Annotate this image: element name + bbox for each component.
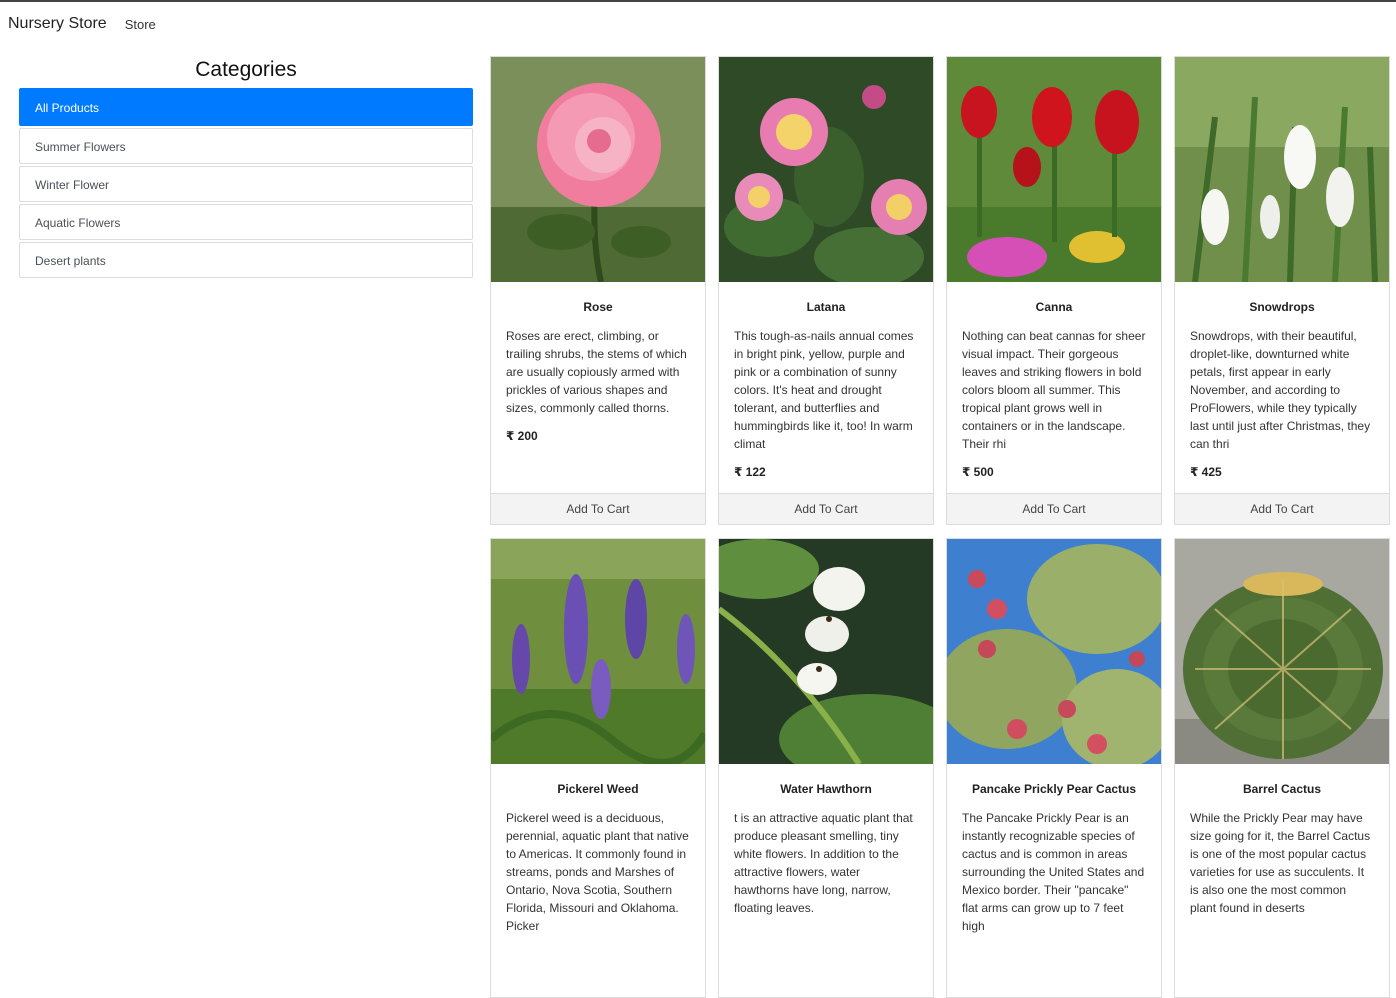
product-description: t is an attractive aquatic plant that pr… <box>734 811 913 915</box>
product-description: Roses are erect, climbing, or trailing s… <box>506 329 687 415</box>
product-image-rose[interactable] <box>491 57 705 282</box>
product-image-pickerel-weed[interactable] <box>491 539 705 764</box>
product-image-barrel-cactus[interactable] <box>1175 539 1389 764</box>
product-image-snowdrops[interactable] <box>1175 57 1389 282</box>
product-price: ₹ 425 <box>1190 465 1222 479</box>
product-title: Rose <box>583 300 613 314</box>
brand-link[interactable]: Nursery Store <box>8 15 107 33</box>
product-card-snowdrops: Snowdrops Snowdrops, with their beautifu… <box>1174 56 1390 525</box>
category-sidebar: Categories All Products Summer Flowers W… <box>19 56 473 278</box>
product-card-pickerel-weed: Pickerel Weed Pickerel weed is a deciduo… <box>490 538 706 998</box>
product-card-canna: Canna Nothing can beat cannas for sheer … <box>946 56 1162 525</box>
product-description: Pickerel weed is a deciduous, perennial,… <box>506 811 689 933</box>
product-price: ₹ 122 <box>734 465 766 479</box>
product-description: Nothing can beat cannas for sheer visual… <box>962 329 1146 451</box>
product-card-rose: Rose Roses are erect, climbing, or trail… <box>490 56 706 525</box>
category-winter-flower[interactable]: Winter Flower <box>19 166 473 202</box>
product-price: ₹ 500 <box>962 465 994 479</box>
product-card-latana: Latana This tough-as-nails annual comes … <box>718 56 934 525</box>
product-image-latana[interactable] <box>719 57 933 282</box>
product-title: Water Hawthorn <box>780 782 872 796</box>
product-description: Snowdrops, with their beautiful, droplet… <box>1190 329 1371 451</box>
product-title: Pickerel Weed <box>557 782 639 796</box>
product-price: ₹ 200 <box>506 429 538 443</box>
product-title: Snowdrops <box>1249 300 1315 314</box>
product-image-water-hawthorn[interactable] <box>719 539 933 764</box>
category-desert-plants[interactable]: Desert plants <box>19 242 473 278</box>
product-image-prickly-pear-cactus[interactable] <box>947 539 1161 764</box>
categories-heading: Categories <box>195 58 297 81</box>
add-to-cart-button[interactable]: Add To Cart <box>719 493 933 524</box>
product-description: While the Prickly Pear may have size goi… <box>1190 811 1371 915</box>
nav-store-link[interactable]: Store <box>125 17 156 32</box>
product-title: Canna <box>1035 300 1073 314</box>
category-summer-flowers[interactable]: Summer Flowers <box>19 128 473 164</box>
product-title: Latana <box>806 300 846 314</box>
product-card-water-hawthorn: Water Hawthorn t is an attractive aquati… <box>718 538 934 998</box>
product-title: Barrel Cactus <box>1242 782 1322 796</box>
navbar: Nursery Store Store <box>0 2 1396 46</box>
add-to-cart-button[interactable]: Add To Cart <box>491 493 705 524</box>
product-title: Pancake Prickly Pear Cactus <box>971 782 1137 796</box>
product-description: The Pancake Prickly Pear is an instantly… <box>962 811 1145 933</box>
product-card-barrel-cactus: Barrel Cactus While the Prickly Pear may… <box>1174 538 1390 998</box>
product-description: This tough-as-nails annual comes in brig… <box>734 329 914 451</box>
add-to-cart-button[interactable]: Add To Cart <box>947 493 1161 524</box>
category-all-products[interactable]: All Products <box>19 88 473 126</box>
add-to-cart-button[interactable]: Add To Cart <box>1175 493 1389 524</box>
product-image-canna[interactable] <box>947 57 1161 282</box>
category-aquatic-flowers[interactable]: Aquatic Flowers <box>19 204 473 240</box>
product-card-pancake-prickly-pear-cactus: Pancake Prickly Pear Cactus The Pancake … <box>946 538 1162 998</box>
